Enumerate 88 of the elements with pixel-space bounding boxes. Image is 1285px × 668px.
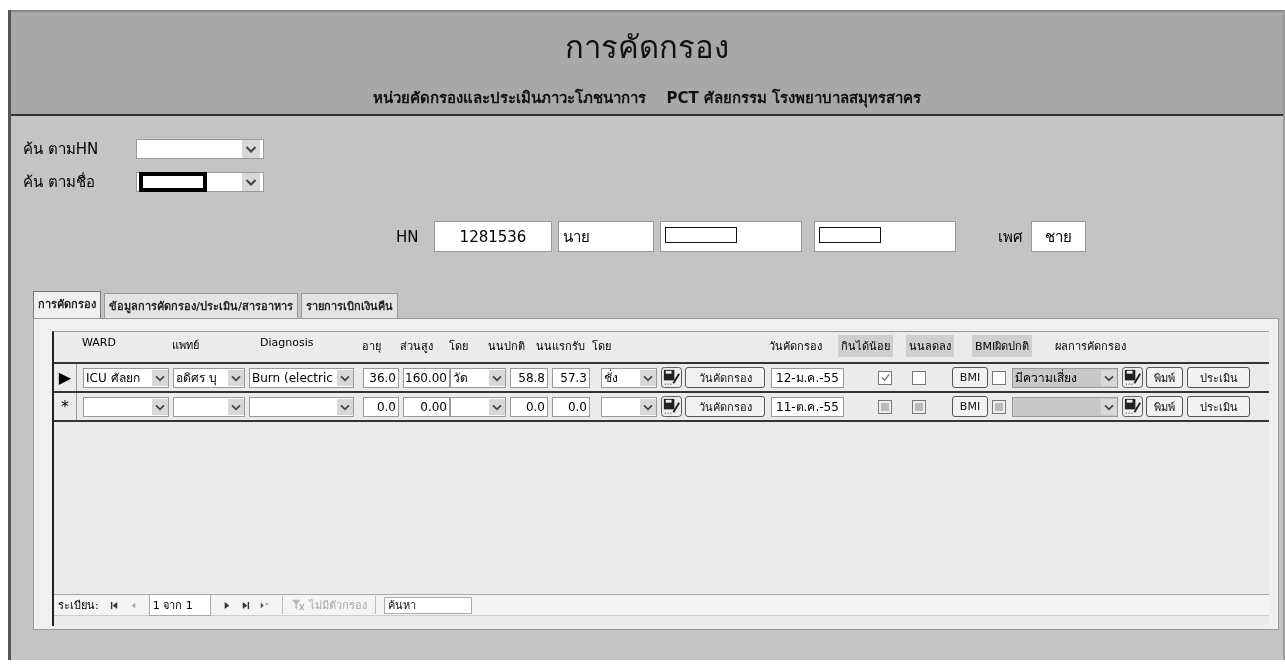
column-header: นนแรกรับ (535, 339, 586, 355)
record-selector[interactable]: ▶ (54, 364, 77, 391)
checkbox[interactable] (992, 370, 1006, 385)
age-field[interactable]: 36.0 (363, 367, 399, 388)
bmi-button[interactable]: BMI (952, 396, 988, 417)
new-record-icon[interactable] (259, 600, 269, 610)
admit-weight-field[interactable]: 0.0 (552, 396, 590, 417)
hn-label: HN (396, 227, 420, 246)
filter-status: ไม่มีตัวกรอง (308, 598, 367, 614)
sex-field[interactable]: ชาย (1031, 221, 1086, 252)
search-field[interactable]: ค้นหา (383, 596, 472, 614)
column-header: กินได้น้อย (838, 335, 893, 357)
height-field[interactable]: 0.00 (403, 396, 450, 417)
column-header: WARD (81, 335, 117, 351)
doctor-combo[interactable] (173, 396, 245, 417)
diagnosis-combo[interactable] (249, 396, 354, 417)
caret-icon (228, 369, 244, 386)
last-record-icon[interactable] (240, 600, 250, 610)
record-position-field[interactable]: 1 จาก 1 (148, 594, 211, 616)
measure-combo[interactable]: วัด (450, 367, 506, 388)
age-field[interactable]: 0.0 (363, 396, 399, 417)
first-name-field[interactable] (660, 221, 802, 252)
result-combo[interactable]: มีความเสี่ยง (1012, 367, 1118, 388)
first-record-icon[interactable] (109, 600, 119, 610)
caret-icon (152, 369, 168, 386)
diagnosis-combo[interactable]: Burn (electric (249, 367, 354, 388)
search-label: ค้น ตามชื่อ (23, 171, 96, 193)
form-subtitle: หน่วยคัดกรองและประเมินภาวะโภชนาการ PCT ศัลยกรรม โรงพยาบาลสมุทรสาคร (372, 88, 922, 110)
doctor-combo[interactable]: อดิศร บุ (173, 367, 245, 388)
record-selector[interactable]: * (54, 393, 77, 420)
checkbox[interactable] (878, 370, 892, 385)
sex-label: เพศ (998, 226, 1024, 248)
column-header: นนลดลง (906, 335, 954, 357)
tab[interactable]: การคัดกรอง (33, 291, 101, 318)
last-name-field[interactable] (814, 221, 956, 252)
caret-icon (640, 369, 656, 386)
ward-combo[interactable]: ICU ศัลยก (83, 367, 169, 388)
column-header: Diagnosis (259, 335, 315, 351)
column-header: วันคัดกรอง (768, 339, 823, 355)
height-field[interactable]: 160.00 (403, 367, 450, 388)
caret-icon (242, 170, 260, 193)
measure-combo[interactable] (450, 396, 506, 417)
caret-icon (1101, 398, 1117, 415)
date-button[interactable]: วันคัดกรอง (685, 367, 765, 388)
bmi-button[interactable]: BMI (952, 367, 988, 388)
caret-icon (1101, 369, 1117, 386)
caret-icon (337, 369, 353, 386)
save-edit-icon[interactable] (1122, 367, 1143, 388)
save-edit-icon[interactable] (1122, 396, 1143, 417)
column-header: ส่วนสูง (399, 339, 434, 355)
assess-button[interactable]: ประเมิน (1187, 367, 1250, 388)
column-header: BMIผิดปกติ (972, 335, 1033, 357)
form-title: การคัดกรอง (565, 28, 729, 67)
checkbox[interactable] (912, 370, 926, 385)
search-combo[interactable] (136, 171, 264, 192)
caret-icon (228, 398, 244, 415)
column-header: โดย (591, 339, 612, 355)
print-button[interactable]: พิมพ์ (1146, 396, 1183, 417)
ward-combo[interactable] (83, 396, 169, 417)
column-header: ผลการคัดกรอง (1054, 339, 1127, 355)
column-header: นนปกติ (487, 339, 526, 355)
tab[interactable]: รายการเบิกเงินคืน (301, 293, 399, 318)
caret-icon (489, 398, 505, 415)
prefix-field[interactable]: นาย (558, 221, 654, 252)
redaction-mark (139, 171, 207, 192)
date-field[interactable]: 12-ม.ค.-55 (771, 367, 844, 388)
date-field[interactable]: 11-ต.ค.-55 (771, 396, 844, 417)
weight-field[interactable]: 58.8 (510, 367, 548, 388)
print-button[interactable]: พิมพ์ (1146, 367, 1183, 388)
caret-icon (242, 137, 260, 160)
caret-icon (489, 369, 505, 386)
save-edit-icon[interactable] (661, 396, 682, 417)
column-header: แพทย์ (171, 338, 200, 354)
caret-icon (152, 398, 168, 415)
measure-combo[interactable]: ชั่ง (601, 367, 657, 388)
column-header: อายุ (361, 339, 382, 355)
admit-weight-field[interactable]: 57.3 (552, 367, 590, 388)
weight-field[interactable]: 0.0 (510, 396, 548, 417)
caret-icon (337, 398, 353, 415)
hn-field[interactable]: 1281536 (434, 221, 552, 252)
tab[interactable]: ข้อมูลการคัดกรอง/ประเมิน/สารอาหาร (104, 293, 299, 318)
column-header: โดย (448, 339, 469, 355)
caret-icon (640, 398, 656, 415)
save-edit-icon[interactable] (661, 367, 682, 388)
assess-button[interactable]: ประเมิน (1187, 396, 1250, 417)
search-label: ค้น ตามHN (23, 138, 100, 160)
date-button[interactable]: วันคัดกรอง (685, 396, 765, 417)
record-label: ระเบียน: (58, 598, 99, 614)
